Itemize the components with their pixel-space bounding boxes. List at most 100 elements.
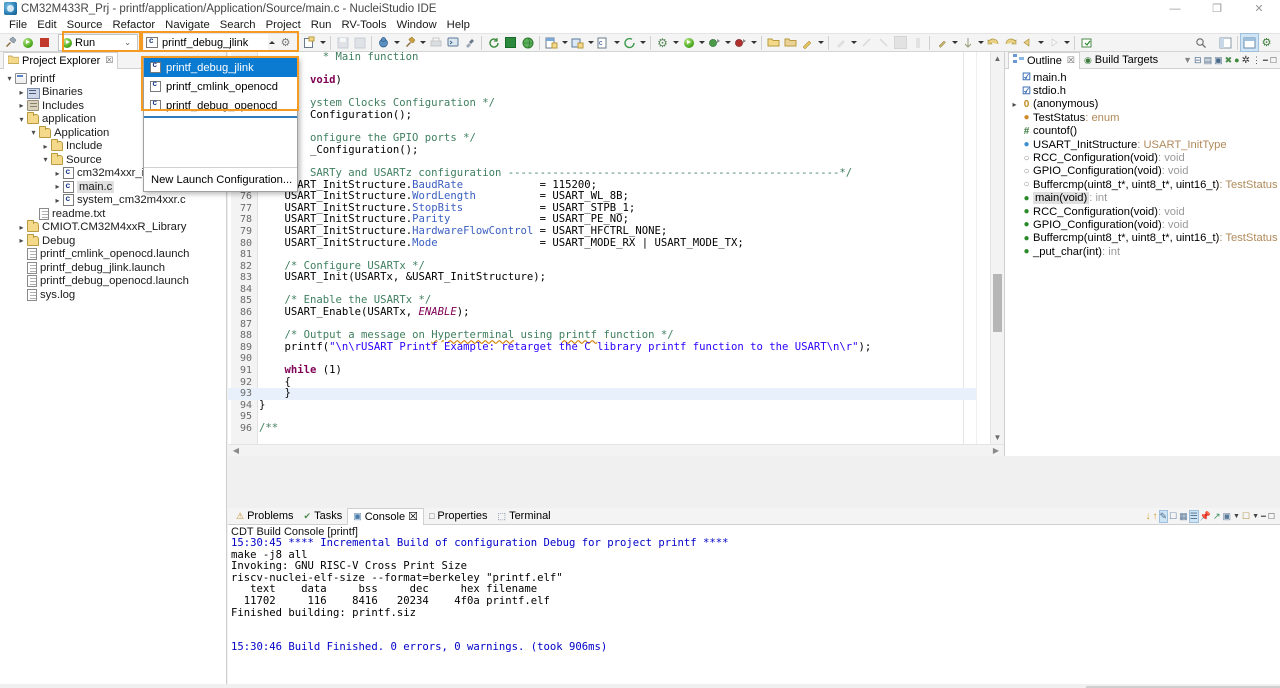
chevron-down-icon[interactable]: ▾ xyxy=(16,113,27,126)
chevron-right-icon[interactable]: ▸ xyxy=(52,194,63,207)
scroll-up-icon[interactable]: ▲ xyxy=(991,52,1004,65)
scroll-left-icon[interactable]: ◀ xyxy=(228,446,244,455)
close-icon[interactable]: ☒ xyxy=(105,55,113,66)
code-line[interactable]: 93 } xyxy=(228,388,1004,400)
new-class-icon[interactable] xyxy=(569,34,586,51)
build-project-icon[interactable] xyxy=(502,34,519,51)
goto-line-dropdown-icon[interactable] xyxy=(976,34,985,51)
menu-item-source[interactable]: Source xyxy=(62,18,108,33)
outline-item[interactable]: ○ Buffercmp(uint8_t*, uint8_t*, uint16_t)… xyxy=(1005,178,1280,191)
tree-item[interactable]: ▸ Debug xyxy=(0,233,226,248)
code-line[interactable]: 80 USART_InitStructure.Mode = USART_MODE… xyxy=(228,237,1004,250)
vscroll-thumb[interactable] xyxy=(993,274,1002,332)
code-line[interactable]: 96 /** xyxy=(228,422,1004,435)
last-edit-icon[interactable] xyxy=(933,34,950,51)
launch-config-combo[interactable]: printf_debug_jlink xyxy=(144,34,268,51)
chevron-right-icon[interactable]: ▸ xyxy=(52,167,63,180)
chevron-right-icon[interactable]: ▸ xyxy=(16,99,27,112)
hide-fields-icon[interactable]: ▤ xyxy=(1204,55,1213,66)
code-line[interactable]: 92 { xyxy=(228,376,1004,389)
external-tools-icon[interactable] xyxy=(401,34,418,51)
new-console-dropdown-icon[interactable]: ▼ xyxy=(1252,513,1259,520)
new-class-dropdown-icon[interactable] xyxy=(586,34,595,51)
editor-overview-ruler[interactable] xyxy=(976,52,990,444)
code-line[interactable]: 83 USART_Init(USARTx, &USART_InitStructu… xyxy=(228,272,1004,284)
menu-item-help[interactable]: Help xyxy=(442,18,475,33)
editor-code[interactable]: 63 * Main function6465void)6667ystem Clo… xyxy=(228,52,1004,444)
menu-item-window[interactable]: Window xyxy=(391,18,441,33)
outline-item[interactable]: ○ GPIO_Configuration(void) : void xyxy=(1005,165,1280,178)
menu-item-project[interactable]: Project xyxy=(261,18,306,33)
new-source-file-icon[interactable]: c xyxy=(595,34,612,51)
code-line[interactable]: 95 xyxy=(228,411,1004,423)
minimize-button[interactable]: — xyxy=(1154,0,1196,18)
display-console-dropdown-icon[interactable]: ▼ xyxy=(1233,513,1240,520)
back-nav-icon[interactable] xyxy=(1019,34,1036,51)
code-line[interactable]: 68Configuration(); xyxy=(228,109,1004,122)
back-arrow-icon[interactable] xyxy=(985,34,1002,51)
new-console-icon[interactable]: ☐ xyxy=(1242,511,1250,522)
menu-item-run[interactable]: Run xyxy=(306,18,337,33)
code-line[interactable]: 94} xyxy=(228,399,1004,412)
new-c-project-dropdown-icon[interactable] xyxy=(560,34,569,51)
search-icon[interactable] xyxy=(1192,34,1209,51)
menu-item-file[interactable]: File xyxy=(4,18,32,33)
show-console-icon[interactable]: ▦ xyxy=(1179,511,1188,522)
outline-item[interactable]: ☑ stdio.h xyxy=(1005,84,1280,97)
tab-console[interactable]: ▣ Console ☒ xyxy=(347,507,424,525)
code-editor[interactable]: 63 * Main function6465void)6667ystem Clo… xyxy=(228,52,1004,456)
menu-item-refactor[interactable]: Refactor xyxy=(107,18,160,33)
tree-item[interactable]: readme.txt xyxy=(0,207,226,221)
open-folder-icon[interactable] xyxy=(765,34,782,51)
minimize-view-icon[interactable]: ━ xyxy=(1263,56,1268,65)
editor-horizontal-scrollbar[interactable]: ◀ ▶ xyxy=(228,444,1004,456)
code-line[interactable]: 79 USART_InitStructure.HardwareFlowContr… xyxy=(228,225,1004,238)
chevron-right-icon[interactable]: ▸ xyxy=(40,140,51,153)
code-line[interactable]: 71_Configuration(); xyxy=(228,144,1004,157)
chevron-right-icon[interactable]: ▸ xyxy=(16,221,27,234)
run-as-icon[interactable] xyxy=(680,34,697,51)
outline-item[interactable]: ● _put_char(int) : int xyxy=(1005,245,1280,258)
code-line[interactable]: 90 xyxy=(228,353,1004,365)
tab-build-targets[interactable]: ◉ Build Targets xyxy=(1080,52,1162,69)
perspective-debug-icon[interactable] xyxy=(1240,33,1259,52)
hide-nonpublic-icon[interactable]: ✖ xyxy=(1225,55,1233,66)
launch-config-option[interactable]: printf_debug_openocd xyxy=(144,96,297,115)
maximize-view-icon[interactable]: ☐ xyxy=(1270,56,1277,65)
external-tools-dropdown-icon[interactable] xyxy=(418,34,427,51)
new-dropdown-icon[interactable] xyxy=(318,34,327,51)
terminal-icon[interactable] xyxy=(444,34,461,51)
open-folder2-icon[interactable] xyxy=(782,34,799,51)
close-button[interactable]: ✕ xyxy=(1238,0,1280,18)
tab-properties[interactable]: □ Properties xyxy=(424,508,493,525)
display-console-icon[interactable]: ▣ xyxy=(1223,511,1232,522)
chevron-down-icon[interactable]: ▾ xyxy=(40,153,51,166)
close-icon[interactable]: ☒ xyxy=(1067,55,1075,66)
gear-icon[interactable]: ⚙ xyxy=(277,34,294,51)
outline-item[interactable]: ● RCC_Configuration(void) : void xyxy=(1005,205,1280,218)
code-line[interactable]: 65void) xyxy=(228,74,1004,87)
tab-tasks[interactable]: ✔ Tasks xyxy=(299,508,348,525)
launch-config-option[interactable]: printf_cmlink_openocd xyxy=(144,77,297,96)
open-perspective-icon[interactable]: ⚙ xyxy=(1258,34,1275,51)
scroll-up-arrow-icon[interactable]: ↑ xyxy=(1153,511,1158,522)
scroll-down-arrow-icon[interactable]: ↓ xyxy=(1146,511,1151,522)
last-edit-dropdown-icon[interactable] xyxy=(950,34,959,51)
tab-problems[interactable]: ⚠ Problems xyxy=(231,508,299,525)
pin-console-icon[interactable]: 📌 xyxy=(1200,511,1211,522)
chevron-right-icon[interactable]: ▸ xyxy=(16,86,27,99)
chevron-down-icon[interactable]: ▾ xyxy=(4,72,15,85)
debug-as-dropdown-icon[interactable] xyxy=(723,34,732,51)
editor-vertical-scrollbar[interactable]: ▲ ▼ xyxy=(990,52,1004,444)
debug-as-icon[interactable] xyxy=(706,34,723,51)
word-wrap-icon[interactable]: ☰ xyxy=(1188,510,1199,523)
outline-item[interactable]: ● TestStatus : enum xyxy=(1005,111,1280,124)
code-line[interactable]: 73SARTy and USARTz configuration -------… xyxy=(228,167,1004,180)
maximize-button[interactable]: ❐ xyxy=(1196,0,1238,18)
close-icon[interactable]: ☒ xyxy=(408,510,418,523)
launch-config-option[interactable]: printf_debug_jlink xyxy=(144,58,297,77)
profile-as-icon[interactable] xyxy=(732,34,749,51)
menu-item-navigate[interactable]: Navigate xyxy=(160,18,215,33)
new-wizard-icon[interactable] xyxy=(301,34,318,51)
chevron-right-icon[interactable]: ▸ xyxy=(1009,100,1020,109)
